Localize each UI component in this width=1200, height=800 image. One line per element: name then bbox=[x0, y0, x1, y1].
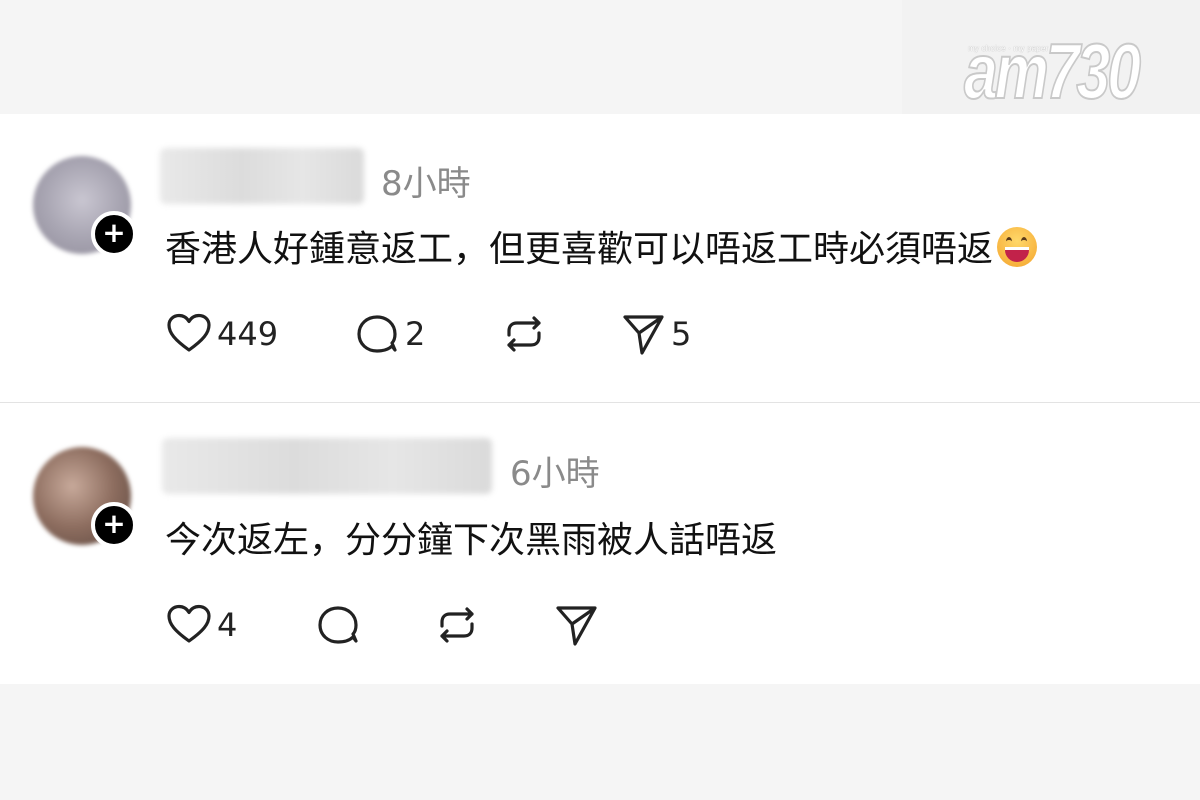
repost-button[interactable] bbox=[433, 601, 481, 649]
reply-button[interactable]: 2 bbox=[353, 310, 425, 358]
reply-bubble-icon bbox=[318, 606, 358, 644]
send-icon bbox=[623, 315, 664, 355]
comment-feed: + 8小時 香港人好鍾意返工，但更喜歡可以唔返工時必須唔返 449 2 5 + … bbox=[0, 114, 1200, 684]
follow-plus-icon[interactable]: + bbox=[91, 211, 137, 257]
repost-icon bbox=[440, 607, 474, 643]
comment-post: + 6小時 今次返左，分分鐘下次黑雨被人話唔返 4 bbox=[0, 403, 1200, 684]
comment-post: + 8小時 香港人好鍾意返工，但更喜歡可以唔返工時必須唔返 449 2 5 bbox=[0, 114, 1200, 403]
username-blurred[interactable] bbox=[162, 438, 492, 494]
share-button[interactable] bbox=[552, 601, 600, 649]
post-text: 香港人好鍾意返工，但更喜歡可以唔返工時必須唔返 bbox=[165, 220, 1038, 272]
grinning-face-emoji-icon bbox=[997, 227, 1038, 267]
like-count: 4 bbox=[217, 606, 238, 644]
logo-text: am730 bbox=[963, 26, 1142, 116]
share-button[interactable]: 5 bbox=[619, 310, 691, 358]
heart-icon bbox=[167, 313, 211, 352]
follow-plus-icon[interactable]: + bbox=[91, 502, 137, 548]
post-time: 6小時 bbox=[510, 454, 600, 494]
post-text-content: 香港人好鍾意返工，但更喜歡可以唔返工時必須唔返 bbox=[165, 229, 994, 270]
like-button[interactable]: 4 bbox=[165, 601, 237, 649]
repost-button[interactable] bbox=[500, 310, 548, 358]
share-count: 5 bbox=[671, 315, 692, 353]
post-time: 8小時 bbox=[381, 164, 471, 204]
reply-button[interactable] bbox=[314, 601, 362, 649]
post-text: 今次返左，分分鐘下次黑雨被人話唔返 bbox=[165, 520, 778, 561]
heart-icon bbox=[167, 604, 211, 643]
username-blurred[interactable] bbox=[160, 148, 364, 204]
am730-logo: my choice · my paper am730 bbox=[902, 0, 1200, 130]
reply-count: 2 bbox=[405, 315, 426, 353]
reply-bubble-icon bbox=[357, 315, 397, 353]
send-icon bbox=[556, 606, 597, 646]
repost-icon bbox=[507, 316, 541, 352]
like-button[interactable]: 449 bbox=[165, 310, 278, 358]
like-count: 449 bbox=[217, 315, 279, 353]
